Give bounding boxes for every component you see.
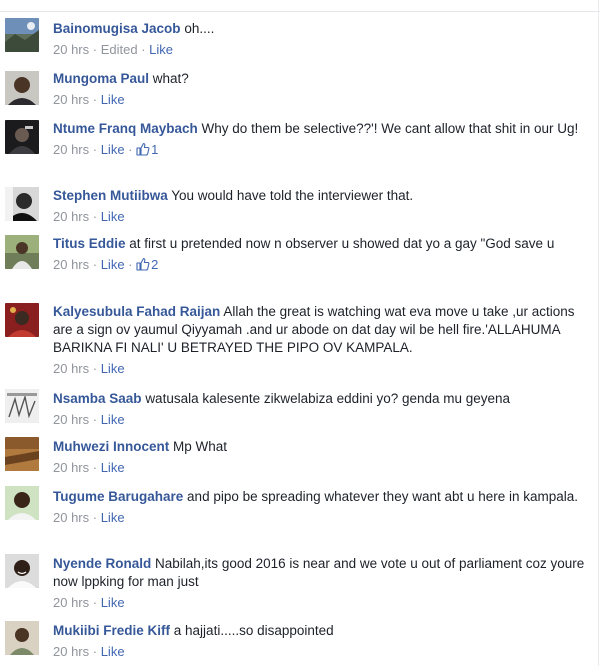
comment-meta: 20 hrs · Like [53,460,125,475]
comment-text: Mp What [173,439,228,454]
comment-timestamp[interactable]: 20 hrs [53,460,89,475]
comment-item: Stephen Mutiibwa You would have told the… [0,186,596,232]
comment-item: Mungoma Paul what? 20 hrs · Like [0,70,596,116]
like-count-value: 2 [151,257,159,272]
comment-text: Why do them be selective??'! We cant all… [201,121,579,136]
comment-meta: 20 hrs · Like · 1 [53,141,159,159]
comment-text: a hajjati.....so disappointed [173,623,334,638]
comment-timestamp[interactable]: 20 hrs [53,510,89,525]
like-button[interactable]: Like [101,644,125,659]
comment-meta: 20 hrs · Edited · Like [53,42,173,57]
avatar[interactable] [5,389,39,423]
comment-body: Titus Eddie at first u pretended now n o… [53,234,593,274]
avatar[interactable] [5,187,39,221]
like-button[interactable]: Like [101,142,125,157]
avatar[interactable] [5,554,39,588]
comment-item: Muhwezi Innocent Mp What 20 hrs · Like [0,436,596,482]
comment-body: Tugume Barugahare and pipo be spreading … [53,485,593,527]
comment-body: Muhwezi Innocent Mp What 20 hrs · Like [53,436,593,477]
comment-author[interactable]: Ntume Franq Maybach [53,121,198,136]
edited-label[interactable]: Edited [101,42,138,57]
avatar[interactable] [5,621,39,655]
avatar[interactable] [5,71,39,105]
comment-meta: 20 hrs · Like [53,595,125,610]
comment-body: Ntume Franq Maybach Why do them be selec… [53,119,593,159]
comment-meta: 20 hrs · Like [53,209,125,224]
comment-meta: 20 hrs · Like · 2 [53,256,159,274]
comment-item: Nyende Ronald Nabilah,its good 2016 is n… [0,553,596,613]
comment-author[interactable]: Mukiibi Fredie Kiff [53,623,170,638]
like-button[interactable]: Like [101,595,125,610]
like-button[interactable]: Like [101,361,125,376]
divider [0,11,600,12]
like-button[interactable]: Like [101,460,125,475]
like-button[interactable]: Like [101,92,125,107]
comment-text: what? [152,71,189,86]
comment-text: watusala kalesente zikwelabiza eddini yo… [145,391,511,406]
comment-body: Kalyesubula Fahad Raijan Allah the great… [53,302,593,378]
comment-body: Stephen Mutiibwa You would have told the… [53,186,593,226]
divider [598,0,599,666]
like-button[interactable]: Like [149,42,173,57]
comment-timestamp[interactable]: 20 hrs [53,412,89,427]
comment-timestamp[interactable]: 20 hrs [53,257,89,272]
comment-meta: 20 hrs · Like [53,644,125,659]
comment-item: Kalyesubula Fahad Raijan Allah the great… [0,302,596,380]
comment-text: and pipo be spreading whatever they want… [187,489,579,504]
comment-meta: 20 hrs · Like [53,510,125,525]
comment-author[interactable]: Muhwezi Innocent [53,439,169,454]
comment-list: Bainomugisa Jacob oh.... 20 hrs · Edited… [0,0,604,666]
like-button[interactable]: Like [101,257,125,272]
like-count-value: 1 [151,142,159,157]
comment-item: Bainomugisa Jacob oh.... 20 hrs · Edited… [0,17,596,63]
comment-item: Tugume Barugahare and pipo be spreading … [0,485,596,545]
comment-meta: 20 hrs · Like [53,361,125,376]
comment-author[interactable]: Tugume Barugahare [53,489,183,504]
avatar[interactable] [5,235,39,269]
like-button[interactable]: Like [101,510,125,525]
comment-body: Nyende Ronald Nabilah,its good 2016 is n… [53,553,593,612]
comment-timestamp[interactable]: 20 hrs [53,595,89,610]
avatar[interactable] [5,303,39,337]
like-count[interactable]: 2 [136,256,158,274]
comment-author[interactable]: Kalyesubula Fahad Raijan [53,304,220,319]
comment-timestamp[interactable]: 20 hrs [53,644,89,659]
comment-item: Ntume Franq Maybach Why do them be selec… [0,119,596,179]
like-button[interactable]: Like [101,209,125,224]
avatar[interactable] [5,437,39,471]
comment-timestamp[interactable]: 20 hrs [53,42,89,57]
comment-text: at first u pretended now n observer u sh… [129,236,555,251]
comment-timestamp[interactable]: 20 hrs [53,142,89,157]
comment-author[interactable]: Bainomugisa Jacob [53,21,181,36]
comment-item: Nsamba Saab watusala kalesente zikwelabi… [0,388,596,434]
comment-body: Nsamba Saab watusala kalesente zikwelabi… [53,388,593,429]
comment-meta: 20 hrs · Like [53,412,125,427]
comment-timestamp[interactable]: 20 hrs [53,361,89,376]
comment-body: Mungoma Paul what? 20 hrs · Like [53,70,593,109]
comment-text: oh.... [184,21,215,36]
comment-text: You would have told the interviewer that… [171,188,414,203]
comment-meta: 20 hrs · Like [53,92,125,107]
avatar[interactable] [5,486,39,520]
comment-timestamp[interactable]: 20 hrs [53,92,89,107]
comment-item: Titus Eddie at first u pretended now n o… [0,234,596,294]
comment-author[interactable]: Stephen Mutiibwa [53,188,168,203]
comment-author[interactable]: Nyende Ronald [53,556,151,571]
thumbs-up-icon [136,257,150,271]
avatar[interactable] [5,120,39,154]
comment-author[interactable]: Mungoma Paul [53,71,149,86]
comment-body: Bainomugisa Jacob oh.... 20 hrs · Edited… [53,17,593,59]
comment-item: Mukiibi Fredie Kiff a hajjati.....so dis… [0,620,596,666]
comment-author[interactable]: Titus Eddie [53,236,126,251]
comment-timestamp[interactable]: 20 hrs [53,209,89,224]
avatar[interactable] [5,18,39,52]
comment-body: Mukiibi Fredie Kiff a hajjati.....so dis… [53,620,593,661]
like-button[interactable]: Like [101,412,125,427]
comment-author[interactable]: Nsamba Saab [53,391,142,406]
thumbs-up-icon [136,142,150,156]
like-count[interactable]: 1 [136,141,158,159]
